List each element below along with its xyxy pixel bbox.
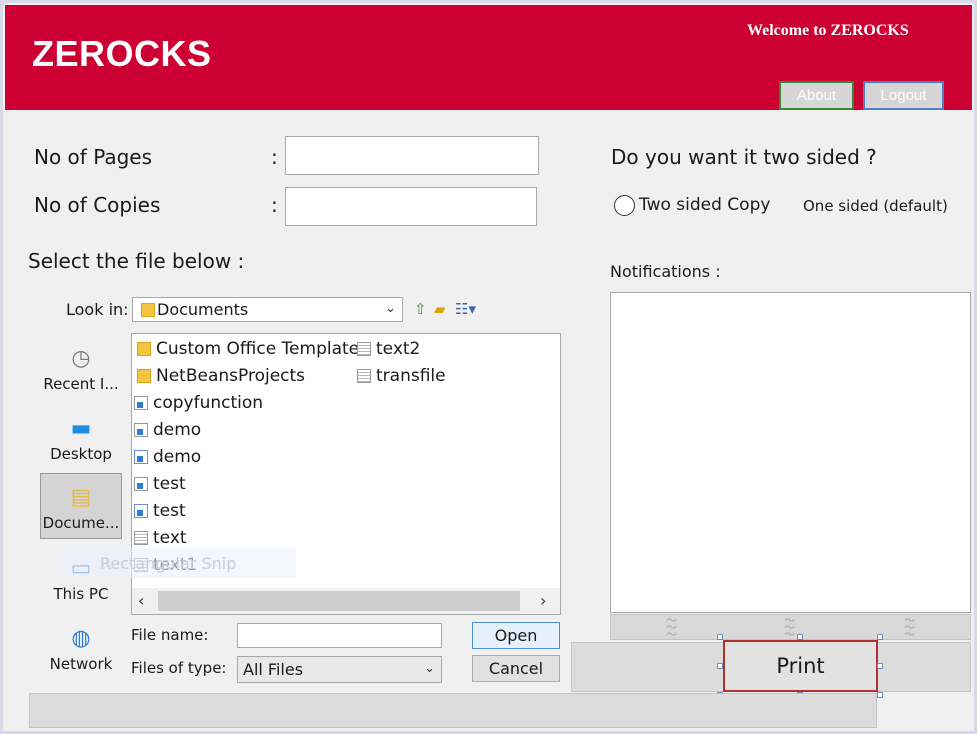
jar-file-icon <box>134 395 148 410</box>
place-label: Docume... <box>42 514 120 532</box>
copies-input[interactable] <box>285 187 537 226</box>
pages-colon: : <box>271 145 278 169</box>
look-in-value: Documents <box>157 300 249 319</box>
text-file-icon <box>134 530 148 545</box>
file-name: Custom Office Templates <box>156 338 368 359</box>
place-desktop[interactable]: ▬ Desktop <box>40 403 122 469</box>
network-icon: ◍ <box>71 626 91 651</box>
chevron-down-icon: ⌄ <box>385 301 396 316</box>
place-recent[interactable]: ◷ Recent I... <box>40 333 122 399</box>
splitter-grip-icon: 〜〜〜 <box>784 614 795 641</box>
resize-handle[interactable] <box>877 692 883 698</box>
jar-file-icon <box>134 476 148 491</box>
places-bar: ◷ Recent I... ▬ Desktop ▤ Docume... ▭ Th… <box>38 333 124 682</box>
file-name-input[interactable] <box>237 623 442 648</box>
list-item[interactable]: demo <box>134 444 201 469</box>
place-network[interactable]: ◍ Network <box>40 613 122 679</box>
resize-handle[interactable] <box>877 634 883 640</box>
two-sided-label[interactable]: Two sided Copy <box>639 195 770 215</box>
list-item[interactable]: text2 <box>357 336 420 361</box>
folder-icon <box>137 368 151 383</box>
print-button[interactable]: Print <box>723 640 878 692</box>
file-name: test <box>153 473 186 494</box>
list-item[interactable]: transfile <box>357 363 446 388</box>
open-button[interactable]: Open <box>472 622 560 649</box>
view-menu-icon[interactable]: ☷▾ <box>455 300 476 318</box>
one-sided-label: One sided (default) <box>803 197 948 215</box>
copies-label: No of Copies <box>34 193 161 217</box>
resize-handle[interactable] <box>717 634 723 640</box>
file-name: demo <box>153 419 202 440</box>
list-item[interactable]: demo <box>134 417 201 442</box>
jar-file-icon <box>134 422 148 437</box>
place-documents[interactable]: ▤ Docume... <box>40 473 122 539</box>
copies-colon: : <box>271 193 278 217</box>
scrollbar-thumb[interactable] <box>158 591 520 611</box>
place-label: Recent I... <box>43 375 119 393</box>
recent-items-icon: ◷ <box>71 346 91 371</box>
folder-icon <box>137 341 151 356</box>
documents-icon: ▤ <box>70 485 92 510</box>
list-item[interactable]: text <box>134 525 187 550</box>
brand-title: ZEROCKS <box>32 33 212 74</box>
place-label: Desktop <box>50 445 112 463</box>
splitter-grip-icon: 〜〜〜 <box>904 614 915 641</box>
list-item[interactable]: NetBeansProjects <box>137 363 305 388</box>
place-label: Network <box>49 655 113 673</box>
notifications-area[interactable] <box>610 292 971 613</box>
pages-input[interactable] <box>285 136 539 175</box>
logout-button[interactable]: Logout <box>863 81 944 110</box>
new-folder-icon[interactable]: ▰ <box>434 300 446 318</box>
list-item[interactable]: test <box>134 471 186 496</box>
cancel-button[interactable]: Cancel <box>472 655 560 682</box>
java-file-icon <box>134 449 148 464</box>
two-sided-radio[interactable] <box>614 195 635 216</box>
file-type-label: Files of type: <box>131 659 227 677</box>
header-bar: ZEROCKS Welcome to ZEROCKS About Logout <box>5 5 972 110</box>
desktop-icon: ▬ <box>70 416 92 441</box>
welcome-text: Welcome to ZEROCKS <box>747 22 909 39</box>
up-folder-icon[interactable]: ⇧ <box>414 300 427 318</box>
file-name-label: File name: <box>131 626 209 644</box>
snip-overlay: Rectangular Snip <box>60 548 296 578</box>
scroll-right-icon[interactable]: › <box>540 591 546 610</box>
bottom-bar <box>29 693 877 728</box>
text-file-icon <box>357 341 371 356</box>
file-name: NetBeansProjects <box>156 365 306 386</box>
two-sided-question: Do you want it two sided ? <box>611 145 877 169</box>
file-type-dropdown[interactable]: All Files ⌄ <box>237 656 442 683</box>
resize-handle[interactable] <box>717 663 723 669</box>
file-name: text2 <box>376 338 421 359</box>
look-in-dropdown[interactable]: Documents ⌄ <box>132 297 403 322</box>
file-name: text <box>153 527 187 548</box>
file-name: transfile <box>376 365 446 386</box>
file-name: copyfunction <box>153 392 264 413</box>
select-file-label: Select the file below : <box>28 249 245 273</box>
look-in-label: Look in: <box>66 300 129 319</box>
chevron-down-icon: ⌄ <box>424 661 435 676</box>
scroll-left-icon[interactable]: ‹ <box>138 591 144 610</box>
list-item[interactable]: test <box>134 498 186 523</box>
horizontal-scrollbar[interactable]: ‹ › <box>132 588 560 614</box>
pages-label: No of Pages <box>34 145 153 169</box>
list-item[interactable]: copyfunction <box>134 390 263 415</box>
about-button[interactable]: About <box>779 81 854 110</box>
text-file-icon <box>357 368 371 383</box>
file-type-value: All Files <box>243 660 304 679</box>
file-name: test <box>153 500 186 521</box>
list-item[interactable]: Custom Office Templates <box>137 336 368 361</box>
resize-handle[interactable] <box>877 663 883 669</box>
folder-icon <box>141 302 155 317</box>
file-name: demo <box>153 446 202 467</box>
resize-handle[interactable] <box>797 634 803 640</box>
splitter-grip-icon: 〜〜〜 <box>666 614 677 641</box>
place-label: This PC <box>53 585 109 603</box>
java-file-icon <box>134 503 148 518</box>
notifications-label: Notifications : <box>610 262 721 281</box>
